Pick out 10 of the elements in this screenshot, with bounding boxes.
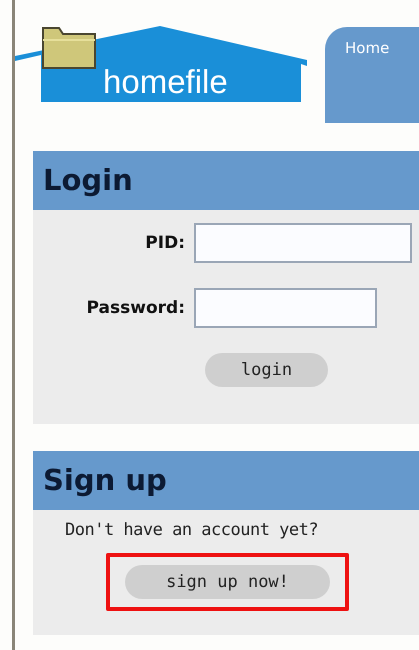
login-button[interactable]: login xyxy=(205,353,328,387)
field-label: PID: xyxy=(144,233,186,253)
panel-title: Sign up xyxy=(33,451,419,510)
logo-text: homefile xyxy=(103,64,228,100)
input-field[interactable] xyxy=(194,223,412,263)
field-label: Password: xyxy=(86,298,186,318)
input-field[interactable] xyxy=(194,288,377,328)
sign-up-button[interactable]: sign up now! xyxy=(125,565,330,599)
panel-title: Login xyxy=(33,151,419,210)
signup-prompt: Don't have an account yet? xyxy=(65,520,318,540)
